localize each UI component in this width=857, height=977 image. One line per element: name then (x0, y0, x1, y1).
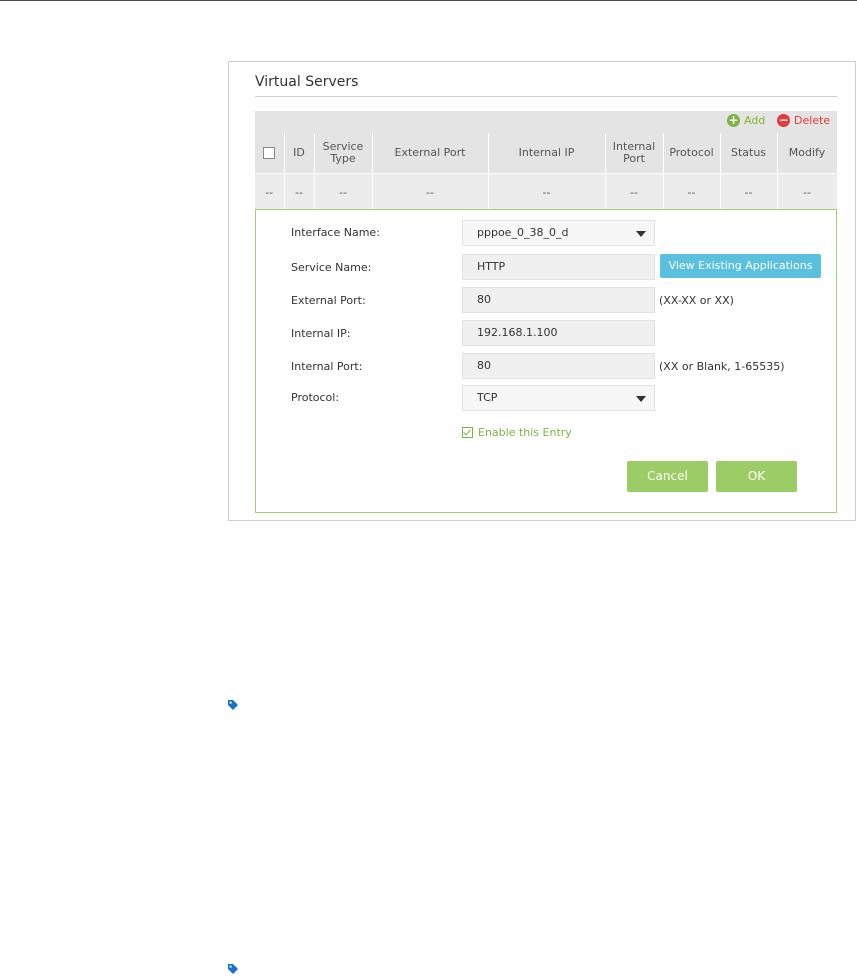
tag-icon (228, 964, 238, 974)
col-header-service-type: Service Type (314, 133, 373, 174)
plus-circle-icon: + (727, 113, 740, 127)
col-header-external-port: External Port (372, 133, 489, 174)
checkbox-checked-icon[interactable] (462, 427, 473, 438)
internal-port-label: Internal Port: (291, 360, 363, 373)
col-header-protocol: Protocol (663, 133, 721, 174)
minus-circle-icon: − (777, 113, 790, 127)
col-header-internal-port: Internal Port (605, 133, 664, 174)
chevron-down-icon (636, 231, 646, 237)
table-cell: -- (255, 173, 285, 210)
table-cell: -- (663, 173, 721, 210)
protocol-select[interactable]: TCP (462, 385, 655, 411)
view-existing-applications-button[interactable]: View Existing Applications (660, 254, 821, 278)
tag-icon (228, 700, 238, 710)
top-rule (0, 0, 857, 1)
select-all-checkbox[interactable] (263, 147, 276, 159)
table-row: -- -- -- -- -- -- -- -- -- (255, 173, 838, 210)
table-header-row: ID Service Type External Port Internal I… (255, 133, 838, 174)
table-cell: -- (284, 173, 315, 210)
external-port-input[interactable]: 80 (462, 287, 655, 313)
table-cell: -- (777, 173, 838, 210)
panel-title: Virtual Servers (255, 74, 359, 90)
interface-name-select[interactable]: pppoe_0_38_0_d (462, 220, 655, 246)
external-port-hint: (XX-XX or XX) (659, 294, 734, 307)
table-cell: -- (314, 173, 373, 210)
enable-entry-checkbox[interactable]: Enable this Entry (462, 426, 572, 439)
protocol-label: Protocol: (291, 391, 340, 404)
internal-ip-label: Internal IP: (291, 327, 351, 340)
virtual-servers-panel: Virtual Servers + Add − Delete ID Servic… (228, 61, 856, 521)
table-cell: -- (605, 173, 664, 210)
ok-button[interactable]: OK (716, 461, 797, 492)
delete-button[interactable]: − Delete (777, 114, 830, 127)
col-header-modify: Modify (777, 133, 838, 174)
enable-entry-label: Enable this Entry (478, 426, 572, 439)
entry-form: Interface Name: pppoe_0_38_0_d Service N… (255, 209, 837, 513)
chevron-down-icon (636, 396, 646, 402)
service-name-label: Service Name: (291, 261, 372, 274)
add-button[interactable]: + Add (727, 114, 765, 127)
title-divider (255, 96, 837, 97)
col-header-id: ID (284, 133, 315, 174)
external-port-label: External Port: (291, 294, 366, 307)
table-cell: -- (720, 173, 778, 210)
table-toolbar: + Add − Delete (255, 111, 837, 133)
virtual-servers-table: ID Service Type External Port Internal I… (255, 133, 838, 210)
select-all-cell[interactable] (255, 133, 285, 174)
delete-label: Delete (794, 114, 831, 127)
col-header-status: Status (720, 133, 778, 174)
cancel-button[interactable]: Cancel (627, 461, 708, 492)
table-cell: -- (488, 173, 606, 210)
add-label: Add (744, 114, 766, 127)
service-name-input[interactable]: HTTP (462, 254, 655, 280)
internal-port-hint: (XX or Blank, 1-65535) (659, 360, 785, 373)
table-cell: -- (372, 173, 489, 210)
internal-ip-input[interactable]: 192.168.1.100 (462, 320, 655, 346)
protocol-value: TCP (477, 391, 498, 404)
col-header-internal-ip: Internal IP (488, 133, 606, 174)
interface-name-value: pppoe_0_38_0_d (477, 226, 569, 239)
internal-port-input[interactable]: 80 (462, 353, 655, 379)
interface-name-label: Interface Name: (291, 226, 380, 239)
